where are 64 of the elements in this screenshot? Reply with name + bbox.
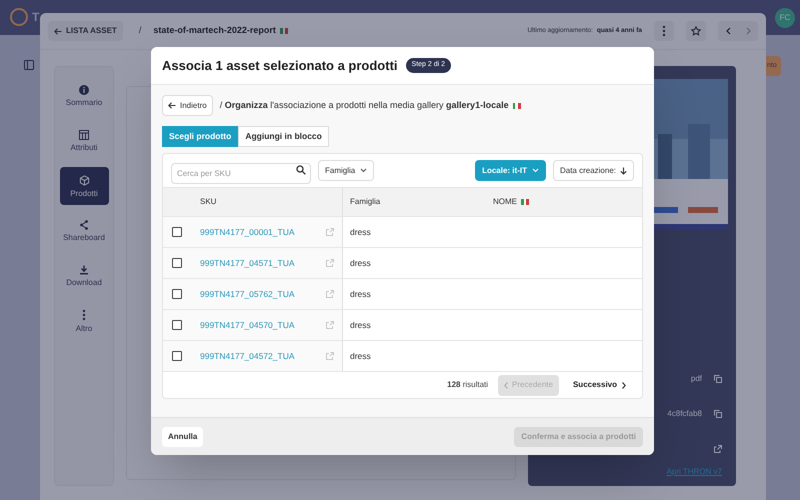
back-button[interactable]: Indietro (162, 95, 213, 116)
nav-item[interactable]: Prodotti (60, 167, 108, 205)
download-icon (79, 265, 89, 275)
arrow-left-icon (54, 28, 62, 34)
detail-value: pdf (690, 372, 702, 384)
family-cell: dress (350, 288, 371, 300)
nav-item[interactable]: Attributi (60, 122, 108, 160)
chevron-right-icon (622, 382, 626, 388)
nav-item[interactable]: Altro (60, 302, 108, 340)
chevron-left-icon (726, 27, 730, 35)
arrow-down-icon (620, 166, 627, 174)
sidebar-toggle-icon[interactable] (24, 60, 34, 70)
search-icon (296, 165, 306, 175)
nav-item[interactable]: Shareboard (60, 212, 108, 250)
arrow-left-icon (168, 102, 176, 109)
chevron-down-icon (532, 168, 539, 173)
more-button[interactable] (654, 21, 674, 41)
kebab-icon (662, 25, 666, 37)
favorite-button[interactable] (686, 21, 706, 41)
family-cell: dress (350, 226, 371, 238)
column-header: SKU (200, 196, 216, 208)
breadcrumb-separator: / (138, 24, 142, 38)
table-icon (79, 130, 89, 140)
search-field[interactable]: Cerca per SKU (171, 163, 311, 184)
family-cell: dress (350, 256, 371, 270)
chevron-left-icon (504, 382, 508, 388)
share-icon (79, 220, 89, 230)
family-dropdown[interactable]: Famiglia (318, 160, 374, 181)
nav-item[interactable]: Sommario (60, 77, 108, 115)
row-checkbox[interactable] (172, 351, 182, 361)
info-icon (79, 85, 89, 95)
copy-icon[interactable] (714, 374, 722, 382)
family-cell: dress (350, 350, 371, 362)
previous-asset-button[interactable] (718, 21, 738, 41)
locale-dropdown[interactable]: Locale: it-IT (475, 160, 546, 181)
row-checkbox[interactable] (172, 320, 182, 330)
italian-flag-icon (280, 28, 288, 34)
nav-item[interactable]: Download (60, 257, 108, 295)
sort-button[interactable]: Data creazione: (552, 160, 634, 181)
family-cell: dress (350, 318, 371, 332)
cancel-button[interactable]: Annulla (162, 426, 204, 446)
column-header: Famiglia (350, 196, 380, 208)
star-icon (691, 26, 701, 36)
asset-name: state-of-martech-2022-report (153, 24, 276, 38)
chevron-down-icon (360, 168, 368, 173)
results-count: 128 risultati (447, 379, 488, 391)
column-header: NOME (493, 196, 517, 208)
row-checkbox[interactable] (172, 227, 182, 237)
modal-title: Associa 1 asset selezionato a prodotti (162, 56, 398, 75)
logo-text: T (32, 9, 40, 26)
logo-icon (10, 8, 28, 26)
tab[interactable]: Scegli prodotto (162, 126, 238, 147)
chevron-right-icon (746, 27, 750, 35)
breadcrumb-text: / Organizza l'associazione a prodotti nella media gallery gallery1-locale (220, 98, 509, 112)
row-checkbox[interactable] (172, 289, 182, 299)
detail-value: 4c8fcfab8 (667, 408, 702, 420)
cube-icon (78, 174, 90, 186)
tab[interactable]: Aggiungi in blocco (238, 126, 329, 147)
italian-flag-icon (521, 199, 529, 205)
back-button[interactable]: LISTA ASSET (48, 21, 123, 41)
copy-icon[interactable] (714, 410, 722, 418)
row-checkbox[interactable] (172, 258, 182, 268)
italian-flag-icon (512, 102, 521, 108)
more-icon (82, 309, 86, 321)
